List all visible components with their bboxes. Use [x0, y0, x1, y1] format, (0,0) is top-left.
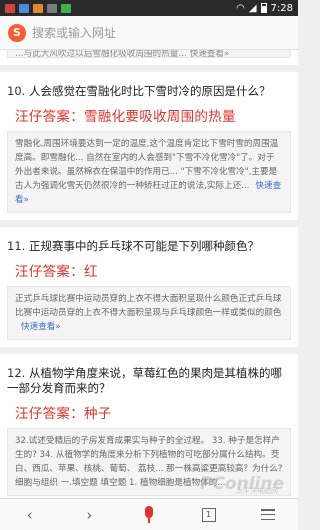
question-text: 正规赛事中的乒乓球不可能是下列哪种颜色？	[28, 239, 259, 253]
tab-count-icon: 1	[201, 507, 216, 522]
notification-icons	[5, 3, 71, 13]
back-button[interactable]: ‹	[15, 503, 45, 527]
notification-icon	[5, 3, 15, 13]
watermark-subtitle: 太平洋电脑网	[236, 487, 278, 495]
tabs-button[interactable]: 1	[194, 503, 224, 527]
quick-view-link[interactable]: 快速查看»	[21, 322, 61, 332]
status-bar: ◠ ◢ 7:28	[0, 0, 298, 16]
microphone-icon	[142, 505, 156, 524]
voice-search-button[interactable]	[134, 503, 164, 527]
question-title[interactable]: 12. 从植物学角度来说，草莓红色的果肉是其植株的哪一部分发育而来的？	[7, 366, 291, 396]
result-snippet: 正式乒乓球比赛中运动员穿的上衣不得大面积呈现什么颜色正式乒乓球比赛中运动员穿的上…	[7, 286, 291, 340]
search-input[interactable]	[32, 21, 290, 44]
result-card[interactable]: 10. 人会感觉在雪融化时比下雪时冷的原因是什么？ 汪仔答案：雪融化要吸收周围的…	[0, 72, 298, 220]
answer-text: 汪仔答案：种子	[15, 406, 112, 422]
result-card[interactable]: 11. 正规赛事中的乒乓球不可能是下列哪种颜色？ 汪仔答案：红 正式乒乓球比赛中…	[0, 227, 298, 347]
snippet-text: 雪融化,周围环境要达到一定的温度,这个温度肯定比下雪时雪的周围温度高。即雪融化.…	[15, 139, 279, 191]
back-arrow-icon: ‹	[26, 505, 33, 524]
result-snippet: 雪融化,周围环境要达到一定的温度,这个温度肯定比下雪时雪的周围温度高。即雪融化.…	[7, 131, 291, 213]
forward-arrow-icon: ›	[86, 505, 93, 524]
signal-icon: ◢	[248, 2, 257, 14]
wifi-icon: ◠	[236, 2, 245, 14]
answer-text: 汪仔答案：红	[15, 264, 98, 280]
sogou-logo-icon[interactable]: S	[8, 23, 26, 42]
forward-button[interactable]: ›	[74, 503, 104, 527]
battery-icon	[260, 3, 267, 13]
question-title[interactable]: 10. 人会感觉在雪融化时比下雪时冷的原因是什么？	[7, 84, 291, 99]
status-indicators: ◠ ◢ 7:28	[236, 3, 293, 14]
result-card: …与此大风吹过以后雪融化吸收周围的热量… 快速查看»	[0, 50, 298, 65]
results-list: …与此大风吹过以后雪融化吸收周围的热量… 快速查看» 10. 人会感觉在雪融化时…	[0, 50, 298, 498]
clock: 7:28	[270, 2, 293, 14]
notification-icon	[33, 3, 43, 13]
bottom-toolbar: ‹ › 1	[0, 498, 298, 530]
notification-icon	[19, 3, 29, 13]
menu-icon	[261, 509, 276, 520]
question-number: 10.	[7, 84, 26, 98]
result-snippet-partial: …与此大风吹过以后雪融化吸收周围的热量… 快速查看»	[7, 50, 291, 58]
answer-text: 汪仔答案：雪融化要吸收周围的热量	[15, 109, 236, 125]
question-text: 从植物学角度来说，草莓红色的果肉是其植株的哪一部分发育而来的？	[7, 366, 282, 395]
notification-icon	[61, 3, 71, 13]
menu-button[interactable]	[253, 503, 283, 527]
snippet-text: 正式乒乓球比赛中运动员穿的上衣不得大面积呈现什么颜色正式乒乓球比赛中运动员穿的上…	[15, 294, 282, 318]
question-number: 11.	[7, 239, 26, 253]
question-title[interactable]: 11. 正规赛事中的乒乓球不可能是下列哪种颜色？	[7, 239, 291, 254]
notification-icon	[47, 3, 57, 13]
search-bar: S	[0, 16, 298, 50]
question-number: 12.	[7, 366, 26, 380]
question-text: 人会感觉在雪融化时比下雪时冷的原因是什么？	[28, 84, 271, 98]
